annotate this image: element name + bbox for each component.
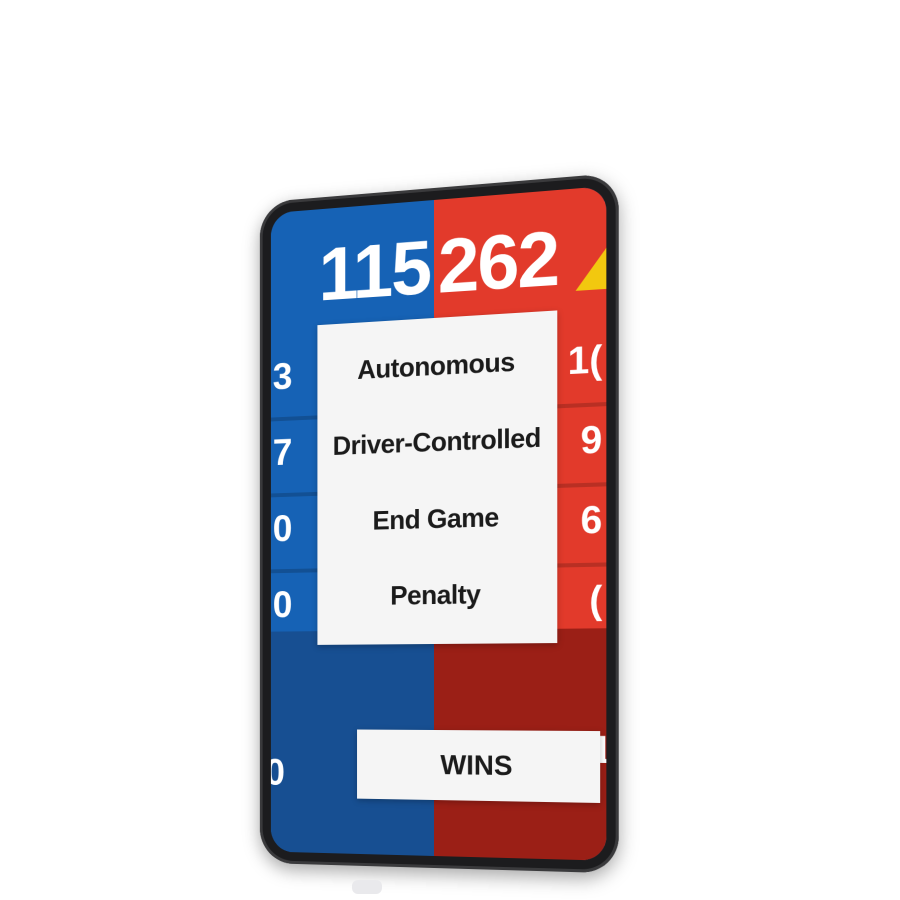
- red-score: 262: [437, 215, 559, 310]
- blue-wins-value: 0: [270, 752, 285, 794]
- tablet-stand: [352, 880, 382, 894]
- score-category-menu: Autonomous Driver-Controlled End Game Pe…: [317, 310, 558, 645]
- menu-item-penalty[interactable]: Penalty: [390, 579, 480, 611]
- menu-item-end-game[interactable]: End Game: [372, 502, 498, 537]
- red-endgame-value: 6: [580, 498, 603, 543]
- blue-score: 115: [318, 225, 431, 318]
- menu-item-driver-controlled[interactable]: Driver-Controlled: [333, 423, 541, 463]
- blue-autonomous-value: 3: [272, 356, 293, 399]
- blue-penalty-value: 0: [272, 584, 293, 626]
- blue-driver-value: 7: [272, 432, 293, 474]
- scene: 115 262 3 7 0 0 0 1( 9 6 ( 1 Autonomous …: [0, 0, 900, 900]
- red-penalty-value: (: [589, 578, 603, 623]
- red-driver-value: 9: [580, 418, 603, 463]
- tablet-device: 115 262 3 7 0 0 0 1( 9 6 ( 1 Autonomous …: [259, 172, 619, 874]
- wins-button[interactable]: WINS: [357, 729, 601, 803]
- menu-item-autonomous[interactable]: Autonomous: [357, 346, 514, 385]
- red-autonomous-value: 1(: [567, 338, 603, 384]
- scoreboard-screen: 115 262 3 7 0 0 0 1( 9 6 ( 1 Autonomous …: [270, 186, 607, 861]
- corner-flag-icon: [575, 247, 607, 291]
- blue-endgame-value: 0: [272, 508, 293, 550]
